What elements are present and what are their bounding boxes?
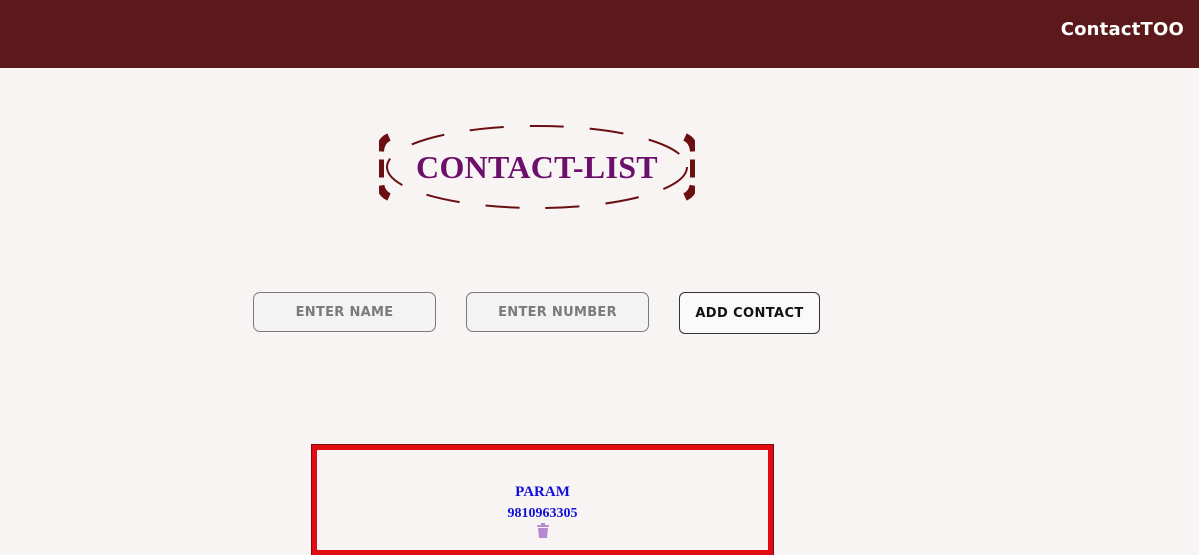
- name-input[interactable]: [253, 292, 436, 332]
- trash-icon[interactable]: [536, 523, 550, 544]
- brand-logo[interactable]: ContactTOO: [1061, 19, 1184, 40]
- add-contact-button[interactable]: ADD CONTACT: [679, 292, 820, 334]
- heading-frame: CONTACT-LIST: [379, 123, 695, 211]
- contact-name: PARAM: [515, 484, 570, 500]
- number-input[interactable]: [466, 292, 649, 332]
- contact-number: 9810963305: [507, 506, 578, 521]
- page-title: CONTACT-LIST: [416, 149, 658, 185]
- contact-card: PARAM 9810963305: [311, 444, 774, 555]
- navbar: ContactTOO: [0, 0, 1199, 68]
